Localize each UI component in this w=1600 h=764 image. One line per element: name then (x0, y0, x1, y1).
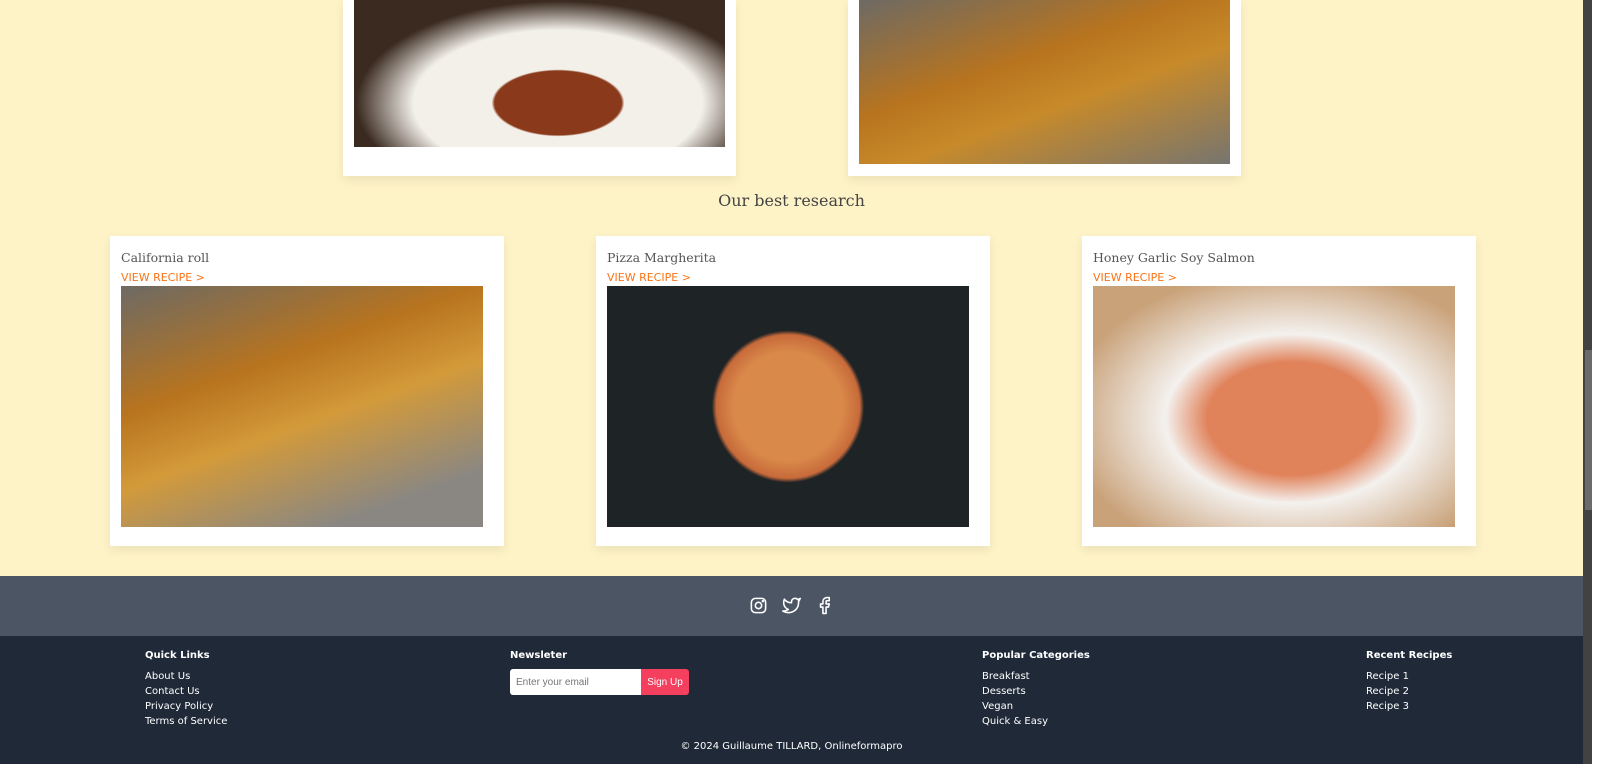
footer: Quick Links About Us Contact Us Privacy … (0, 636, 1583, 764)
quick-links: Quick Links About Us Contact Us Privacy … (145, 650, 227, 729)
recent-recipe-2[interactable]: Recipe 2 (1366, 684, 1452, 699)
recipe-name: Pizza Margherita (607, 250, 717, 265)
recipe-name: Honey Garlic Soy Salmon (1093, 250, 1255, 265)
link-terms[interactable]: Terms of Service (145, 714, 227, 729)
recipe-image[interactable] (354, 0, 725, 147)
newsletter-title: Newsleter (510, 650, 568, 661)
category-desserts[interactable]: Desserts (982, 684, 1090, 699)
category-vegan[interactable]: Vegan (982, 699, 1090, 714)
recipe-card[interactable]: Pizza Margherita VIEW RECIPE > (596, 236, 990, 546)
view-recipe-link[interactable]: VIEW RECIPE > (121, 271, 205, 284)
recent-recipes: Recent Recipes Recipe 1 Recipe 2 Recipe … (1366, 650, 1452, 714)
scrollbar[interactable] (1583, 0, 1592, 764)
view-recipe-link[interactable]: VIEW RECIPE > (1093, 271, 1177, 284)
copyright: © 2024 Guillaume TILLARD, Onlineformapro (680, 741, 903, 752)
social-bar (0, 576, 1583, 636)
recent-title: Recent Recipes (1366, 650, 1453, 661)
link-privacy[interactable]: Privacy Policy (145, 699, 227, 714)
twitter-icon[interactable] (782, 596, 801, 615)
recipe-card[interactable]: Honey Garlic Soy Salmon VIEW RECIPE > (1082, 236, 1476, 546)
link-contact[interactable]: Contact Us (145, 684, 227, 699)
recipe-image[interactable] (607, 286, 969, 527)
popular-categories: Popular Categories Breakfast Desserts Ve… (982, 650, 1090, 729)
view-recipe-link[interactable]: VIEW RECIPE > (607, 271, 691, 284)
recent-recipe-3[interactable]: Recipe 3 (1366, 699, 1452, 714)
recipe-card-top-left[interactable] (343, 0, 736, 176)
recipe-image[interactable] (1093, 286, 1455, 527)
email-input[interactable] (510, 669, 641, 695)
recipe-image[interactable] (859, 0, 1230, 164)
recipe-image[interactable] (121, 286, 483, 527)
category-breakfast[interactable]: Breakfast (982, 669, 1090, 684)
recipe-card[interactable]: California roll VIEW RECIPE > (110, 236, 504, 546)
category-quick-easy[interactable]: Quick & Easy (982, 714, 1090, 729)
quick-links-title: Quick Links (145, 650, 210, 661)
section-title: Our best research (718, 191, 865, 210)
categories-title: Popular Categories (982, 650, 1090, 661)
facebook-icon[interactable] (815, 596, 834, 615)
instagram-icon[interactable] (749, 596, 768, 615)
scrollbar-thumb[interactable] (1585, 350, 1592, 510)
recipe-name: California roll (121, 250, 210, 265)
link-about[interactable]: About Us (145, 669, 227, 684)
recent-recipe-1[interactable]: Recipe 1 (1366, 669, 1452, 684)
recipe-card-top-right[interactable] (848, 0, 1241, 176)
sign-up-button[interactable]: Sign Up (641, 669, 689, 695)
newsletter: Newsleter Sign Up (510, 650, 689, 695)
